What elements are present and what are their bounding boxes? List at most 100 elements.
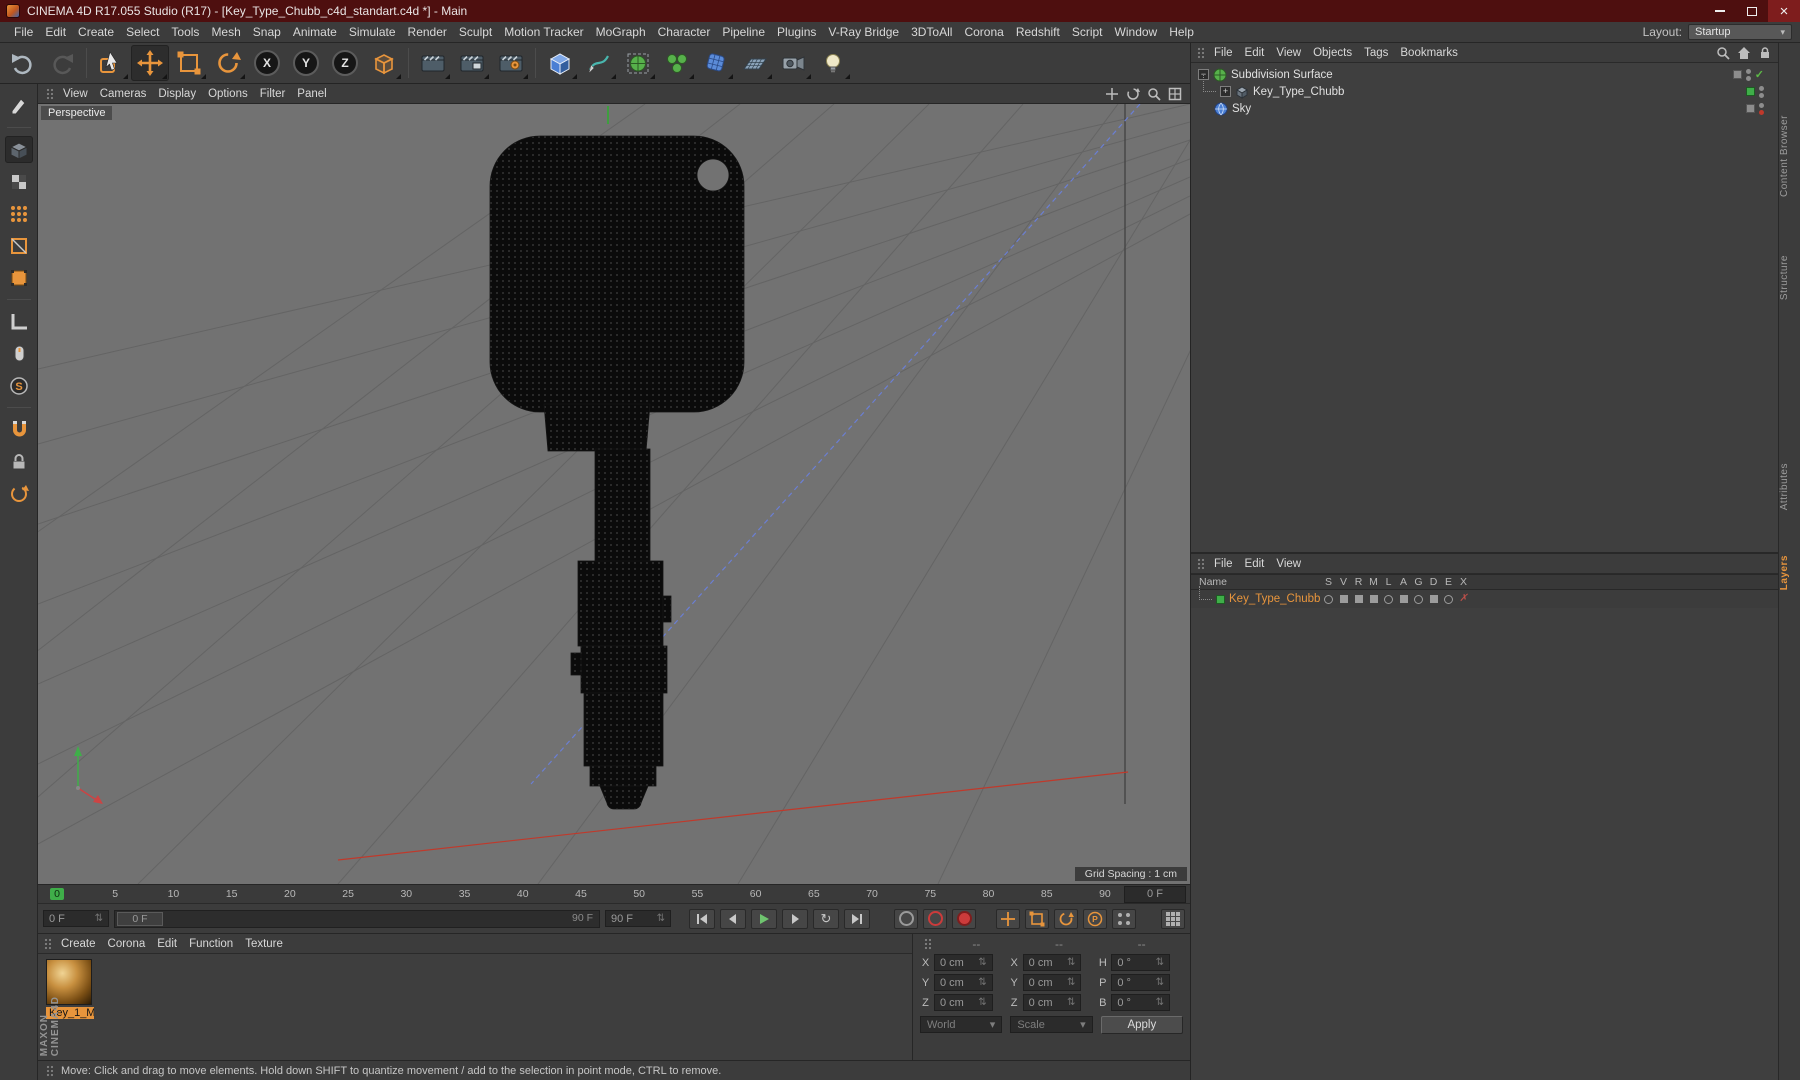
object-manager-menu-item[interactable]: Tags [1358, 46, 1394, 60]
viewport-3d[interactable]: Perspective Grid Spacing : 1 cm [38, 104, 1190, 884]
key-model[interactable] [489, 135, 745, 810]
layer-name[interactable]: Key_Type_Chubb [1229, 593, 1320, 605]
layer-column-header[interactable]: L [1381, 576, 1396, 588]
rot-b-field[interactable]: 0 ° ⇅ [1111, 994, 1170, 1011]
environment-button[interactable] [736, 45, 774, 81]
object-row-subdivision-surface[interactable]: − Subdivision Surface ✓ [1191, 66, 1778, 83]
cloner-button[interactable] [658, 45, 696, 81]
viewport-menu-item[interactable]: Cameras [94, 87, 153, 101]
object-row-sky[interactable]: Sky [1191, 100, 1778, 117]
rotate-tool-button[interactable] [209, 45, 247, 81]
zoom-view-button[interactable] [1146, 86, 1162, 102]
object-manager-menu-item[interactable]: View [1270, 46, 1307, 60]
edges-mode-button[interactable] [5, 232, 33, 259]
animation-toggle[interactable] [1396, 595, 1411, 603]
next-frame-button[interactable] [782, 908, 808, 929]
deformers-toggle[interactable] [1426, 595, 1441, 603]
menu-item[interactable]: Edit [39, 23, 72, 41]
loop-button[interactable]: ↻ [813, 908, 839, 929]
layer-column-header[interactable]: A [1396, 576, 1411, 588]
transform-mode-dropdown[interactable]: Scale ▾ [1010, 1016, 1093, 1033]
model-mode-button[interactable] [4, 136, 33, 163]
visibility-dots[interactable] [1745, 68, 1751, 81]
view-toggle[interactable] [1336, 595, 1351, 603]
layer-manager-menu-item[interactable]: Edit [1239, 557, 1271, 571]
rotation-header[interactable]: -- [1100, 937, 1183, 951]
object-manager-menu-item[interactable]: Edit [1239, 46, 1271, 60]
menu-item[interactable]: Tools [165, 23, 205, 41]
layer-manager-menu-item[interactable]: View [1270, 557, 1307, 571]
panel-grip[interactable] [924, 938, 931, 950]
previous-frame-button[interactable] [720, 908, 746, 929]
redo-button[interactable] [43, 45, 81, 81]
object-row-key-type-chubb[interactable]: + Key_Type_Chubb [1191, 75, 1778, 100]
om-home-button[interactable] [1736, 45, 1752, 61]
stepper-icon[interactable]: ⇅ [1064, 977, 1075, 988]
coordinate-space-dropdown[interactable]: World ▾ [920, 1016, 1003, 1033]
make-editable-button[interactable] [5, 92, 33, 119]
x-axis-lock-button[interactable]: X [248, 45, 286, 81]
start-frame-field[interactable]: 0 F ⇅ [43, 910, 109, 927]
camera-button[interactable] [775, 45, 813, 81]
light-button[interactable] [814, 45, 852, 81]
viewport-menu-item[interactable]: Panel [291, 87, 332, 101]
toggle-view-button[interactable] [1167, 86, 1183, 102]
magnet-snap-button[interactable] [5, 416, 33, 443]
viewport-canvas[interactable] [38, 104, 1190, 884]
generators-toggle[interactable] [1411, 594, 1426, 604]
display-color-chip[interactable] [1746, 87, 1755, 96]
panel-grip[interactable] [1197, 46, 1204, 59]
stepper-icon[interactable]: ⇅ [1153, 997, 1164, 1008]
solo-toggle[interactable] [1321, 594, 1336, 604]
end-frame-field[interactable]: 90 F ⇅ [605, 910, 671, 927]
move-tool-button[interactable] [131, 45, 169, 81]
tab-layers[interactable]: Layers [1779, 555, 1800, 590]
polygons-mode-button[interactable] [5, 264, 33, 291]
key-scale-toggle[interactable] [1025, 908, 1049, 929]
layer-column-header[interactable]: E [1441, 576, 1456, 588]
interactive-workplane-button[interactable] [5, 480, 33, 507]
points-mode-button[interactable] [5, 200, 33, 227]
z-axis-lock-button[interactable]: Z [326, 45, 364, 81]
record-button[interactable] [894, 908, 918, 929]
tweak-mode-button[interactable] [5, 340, 33, 367]
menu-item[interactable]: Corona [958, 23, 1009, 41]
layer-column-header[interactable]: D [1426, 576, 1441, 588]
goto-end-button[interactable] [844, 908, 870, 929]
orbit-view-button[interactable] [1125, 86, 1141, 102]
menu-item[interactable]: Plugins [771, 23, 822, 41]
stepper-icon[interactable]: ⇅ [92, 913, 103, 924]
pos-y-field[interactable]: 0 cm ⇅ [934, 974, 993, 991]
stepper-icon[interactable]: ⇅ [975, 977, 986, 988]
current-frame-field[interactable]: 0 F [1124, 885, 1186, 903]
stepper-icon[interactable]: ⇅ [1153, 957, 1164, 968]
scale-tool-button[interactable] [170, 45, 208, 81]
stepper-icon[interactable]: ⇅ [1064, 957, 1075, 968]
om-search-button[interactable] [1715, 45, 1731, 61]
object-manager-menu-item[interactable]: Objects [1307, 46, 1358, 60]
size-z-field[interactable]: 0 cm ⇅ [1022, 994, 1082, 1011]
layer-column-header[interactable]: R [1351, 576, 1366, 588]
menu-item[interactable]: Motion Tracker [498, 23, 589, 41]
menu-item[interactable]: Redshift [1010, 23, 1066, 41]
tab-attributes[interactable]: Attributes [1779, 463, 1800, 510]
stepper-icon[interactable]: ⇅ [975, 957, 986, 968]
layer-column-header[interactable]: G [1411, 576, 1426, 588]
position-header[interactable]: -- [935, 937, 1018, 951]
autokey-button[interactable] [923, 908, 947, 929]
coordinate-system-button[interactable] [365, 45, 403, 81]
expressions-toggle[interactable] [1441, 594, 1456, 604]
menu-item[interactable]: Simulate [343, 23, 402, 41]
object-name[interactable]: Key_Type_Chubb [1253, 86, 1344, 98]
minimize-button[interactable] [1704, 0, 1736, 22]
goto-start-button[interactable] [689, 908, 715, 929]
subdivision-surface-button[interactable] [619, 45, 657, 81]
panel-grip[interactable] [44, 937, 51, 950]
object-name[interactable]: Sky [1232, 103, 1251, 115]
material-menu-item[interactable]: Texture [239, 937, 289, 951]
timeline-slider-handle[interactable]: 0 F [117, 911, 163, 926]
menu-item[interactable]: Character [652, 23, 717, 41]
play-button[interactable] [751, 908, 777, 929]
expand-icon[interactable]: + [1220, 86, 1231, 97]
pos-z-field[interactable]: 0 cm ⇅ [934, 994, 993, 1011]
